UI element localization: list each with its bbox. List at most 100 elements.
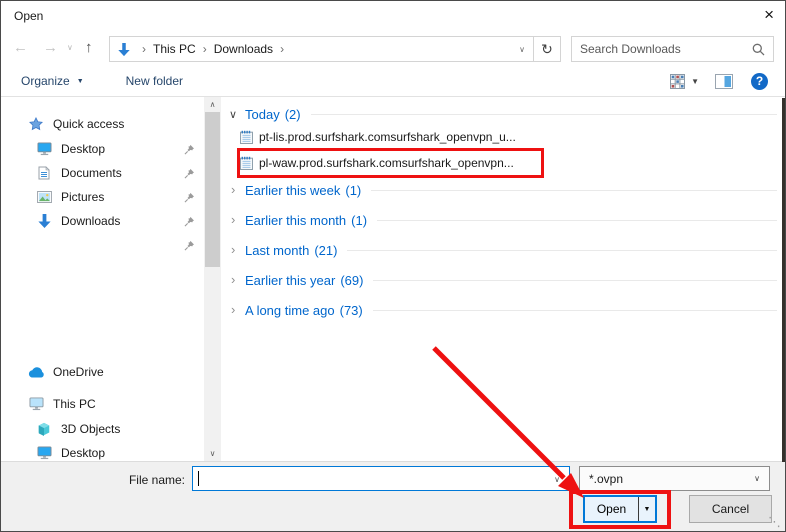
pin-icon[interactable] xyxy=(184,168,195,179)
command-toolbar: Organize ▼ New folder ▼ ? xyxy=(1,66,785,97)
sidebar-item-label: Quick access xyxy=(53,117,124,131)
up-button[interactable]: ↑ xyxy=(85,39,93,56)
pin-icon[interactable] xyxy=(184,216,195,227)
address-bar[interactable]: › This PC › Downloads › ∨ ↻ xyxy=(109,36,561,62)
sidebar-item-documents[interactable]: Documents xyxy=(1,161,203,185)
scrollbar-thumb[interactable] xyxy=(205,112,220,267)
group-header-a-long-time-ago[interactable]: › A long time ago (73) xyxy=(229,299,782,321)
sidebar-item-label: Desktop xyxy=(61,446,105,460)
pin-icon[interactable] xyxy=(184,240,195,251)
sidebar-item-label: This PC xyxy=(53,397,96,411)
breadcrumb-this-pc[interactable]: This PC xyxy=(153,42,196,56)
sidebar-item-onedrive[interactable]: OneDrive xyxy=(1,359,203,385)
breadcrumb-separator: › xyxy=(142,42,146,56)
sidebar-item-downloads[interactable]: Downloads xyxy=(1,209,203,233)
pin-icon[interactable] xyxy=(184,144,195,155)
sidebar-scrollbar[interactable]: ∧ ∨ xyxy=(204,97,221,461)
group-header-earlier-this-year[interactable]: › Earlier this year (69) xyxy=(229,269,782,291)
group-label: Last month xyxy=(245,243,309,258)
sidebar-item-label: 3D Objects xyxy=(61,422,120,436)
group-rule xyxy=(373,280,777,281)
file-name: pl-waw.prod.surfshark.comsurfshark_openv… xyxy=(259,156,514,170)
group-count: (73) xyxy=(340,303,363,318)
group-header-earlier-this-month[interactable]: › Earlier this month (1) xyxy=(229,209,782,231)
history-chevron-icon[interactable]: ∨ xyxy=(67,43,73,52)
downloads-folder-icon xyxy=(117,42,131,57)
sidebar-item-pictures[interactable]: Pictures xyxy=(1,185,203,209)
organize-button[interactable]: Organize ▼ xyxy=(21,74,84,88)
chevron-down-icon: ∨ xyxy=(754,474,760,483)
breadcrumb-downloads[interactable]: Downloads xyxy=(214,42,273,56)
sidebar-item-label: Documents xyxy=(61,166,122,180)
sidebar-item-3d-objects[interactable]: 3D Objects xyxy=(1,417,203,441)
group-rule xyxy=(377,220,777,221)
open-button[interactable]: Open ▼ xyxy=(583,495,657,523)
group-header-earlier-this-week[interactable]: › Earlier this week (1) xyxy=(229,179,782,201)
dialog-title: Open xyxy=(14,9,43,23)
breadcrumb-separator: › xyxy=(280,42,284,56)
file-type-dropdown[interactable]: *.ovpn ∨ xyxy=(579,466,770,491)
file-name: pt-lis.prod.surfshark.comsurfshark_openv… xyxy=(259,130,516,144)
file-name-input[interactable] xyxy=(197,468,543,489)
address-dropdown-icon[interactable]: ∨ xyxy=(511,45,533,54)
back-button[interactable]: ← xyxy=(13,39,28,56)
refresh-icon[interactable]: ↻ xyxy=(534,41,560,58)
chevron-down-icon[interactable]: ∨ xyxy=(554,475,560,484)
text-file-icon xyxy=(240,156,253,170)
text-file-icon xyxy=(240,130,253,144)
group-label: Earlier this year xyxy=(245,273,335,288)
group-rule xyxy=(347,250,777,251)
file-row-pl-waw[interactable]: pl-waw.prod.surfshark.comsurfshark_openv… xyxy=(240,151,782,175)
help-icon[interactable]: ? xyxy=(751,73,768,90)
desktop-monitor-icon xyxy=(35,446,53,460)
resize-grip[interactable]: ⋱ xyxy=(768,514,781,530)
title-bar: Open × xyxy=(1,1,785,31)
group-rule xyxy=(311,114,777,115)
sidebar-item-this-pc[interactable]: This PC xyxy=(1,391,203,417)
downloads-arrow-icon xyxy=(35,213,53,229)
chevron-right-icon: › xyxy=(229,305,245,315)
new-folder-button[interactable]: New folder xyxy=(126,74,183,88)
grid-view-icon[interactable] xyxy=(670,74,685,89)
sidebar-item-label: Desktop xyxy=(61,142,105,156)
navigation-bar: ← → ∨ ↑ › This PC › Downloads › ∨ ↻ xyxy=(1,32,785,66)
search-input[interactable] xyxy=(580,42,752,56)
open-dialog: Open × ← → ∨ ↑ › This PC › Downloads › ∨… xyxy=(0,0,786,532)
file-name-combo[interactable]: ∨ xyxy=(192,466,570,491)
open-dropdown-icon[interactable]: ▼ xyxy=(639,497,655,521)
file-list: ∨ Today (2) pt-lis.prod.surfshark.comsur… xyxy=(226,97,782,461)
sidebar-item-label: OneDrive xyxy=(53,365,104,379)
group-count: (1) xyxy=(345,183,361,198)
group-header-last-month[interactable]: › Last month (21) xyxy=(229,239,782,261)
scroll-up-icon[interactable]: ∧ xyxy=(204,100,221,109)
pin-icon[interactable] xyxy=(184,192,195,203)
search-box[interactable] xyxy=(571,36,774,62)
group-count: (21) xyxy=(314,243,337,258)
group-label: Today xyxy=(245,107,280,122)
file-row-pt-lis[interactable]: pt-lis.prod.surfshark.comsurfshark_openv… xyxy=(240,125,782,149)
chevron-right-icon: › xyxy=(229,215,245,225)
view-options-caret-icon[interactable]: ▼ xyxy=(691,77,699,86)
text-caret xyxy=(198,471,199,486)
group-header-today[interactable]: ∨ Today (2) xyxy=(229,103,782,125)
cancel-button[interactable]: Cancel xyxy=(689,495,772,523)
search-icon[interactable] xyxy=(752,43,765,56)
preview-pane-icon[interactable] xyxy=(715,74,733,89)
sidebar-item-pinned-empty[interactable] xyxy=(1,233,203,257)
sidebar-item-desktop-2[interactable]: Desktop xyxy=(1,441,203,461)
group-label: Earlier this week xyxy=(245,183,340,198)
open-button-label[interactable]: Open xyxy=(585,497,638,521)
sidebar-item-desktop[interactable]: Desktop xyxy=(1,137,203,161)
group-label: Earlier this month xyxy=(245,213,346,228)
forward-button[interactable]: → xyxy=(43,39,58,56)
close-icon[interactable]: × xyxy=(764,5,774,25)
documents-icon xyxy=(35,166,53,180)
scroll-down-icon[interactable]: ∨ xyxy=(204,449,221,458)
group-count: (1) xyxy=(351,213,367,228)
sidebar-item-quick-access[interactable]: Quick access xyxy=(1,111,203,137)
dialog-footer: File name: ∨ *.ovpn ∨ Open ▼ Cancel ⋱ xyxy=(1,461,785,531)
file-name-label: File name: xyxy=(1,473,185,487)
organize-label: Organize xyxy=(21,74,70,88)
group-count: (69) xyxy=(340,273,363,288)
chevron-down-icon: ∨ xyxy=(229,108,245,121)
